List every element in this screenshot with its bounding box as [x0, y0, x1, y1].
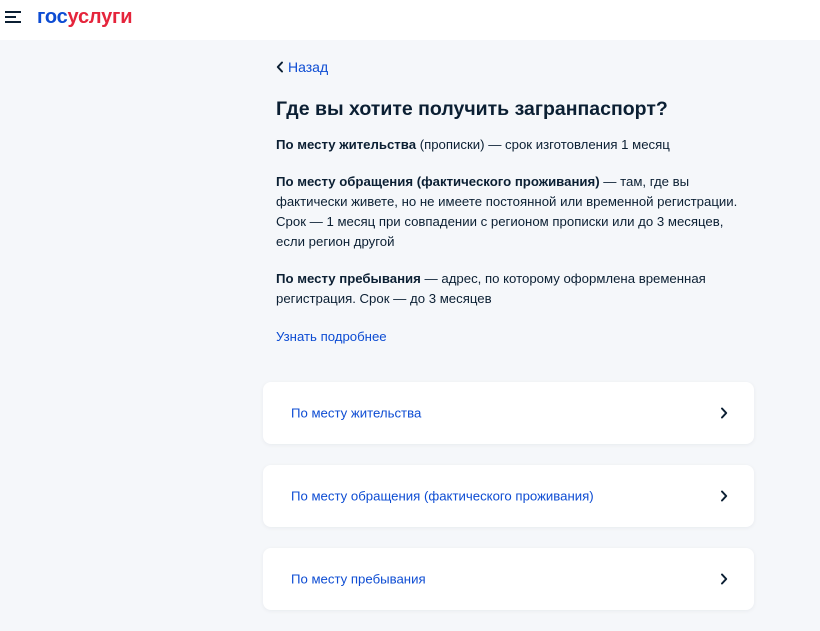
logo-part-gos: гос	[37, 6, 68, 28]
info-text: (прописки) — срок изготовления 1 месяц	[416, 137, 670, 152]
header: госуслуги	[0, 0, 820, 40]
info-term: По месту жительства	[276, 137, 417, 152]
chevron-left-icon	[276, 61, 283, 73]
back-link-label: Назад	[288, 59, 329, 75]
info-paragraph-actual: По месту обращения (фактического прожива…	[276, 172, 752, 252]
options-list: По месту жительства По месту обращения (…	[263, 382, 754, 631]
option-label: По месту обращения (фактического прожива…	[291, 488, 594, 504]
burger-menu-icon[interactable]	[5, 10, 23, 24]
gosuslugi-logo[interactable]: госуслуги	[37, 5, 132, 29]
option-label: По месту пребывания	[291, 571, 426, 587]
learn-more-link[interactable]: Узнать подробнее	[276, 327, 387, 347]
back-link[interactable]: Назад	[276, 57, 328, 77]
logo-part-uslugi: услуги	[67, 6, 133, 28]
option-label: По месту жительства	[291, 405, 422, 421]
info-paragraph-stay: По месту пребывания — адрес, по которому…	[276, 269, 752, 309]
option-residence[interactable]: По месту жительства	[263, 382, 754, 444]
chevron-right-icon	[721, 407, 728, 419]
chevron-right-icon	[721, 490, 728, 502]
chevron-right-icon	[721, 573, 728, 585]
option-actual-residence[interactable]: По месту обращения (фактического прожива…	[263, 465, 754, 527]
info-term: По месту пребывания	[276, 271, 421, 286]
info-paragraph-residence: По месту жительства (прописки) — срок из…	[276, 135, 752, 155]
main-content: Назад Где вы хотите получить загранпаспо…	[276, 57, 756, 347]
info-term: По месту обращения (фактического прожива…	[276, 174, 600, 189]
page-title: Где вы хотите получить загранпаспорт?	[276, 98, 668, 120]
option-temporary-stay[interactable]: По месту пребывания	[263, 548, 754, 610]
